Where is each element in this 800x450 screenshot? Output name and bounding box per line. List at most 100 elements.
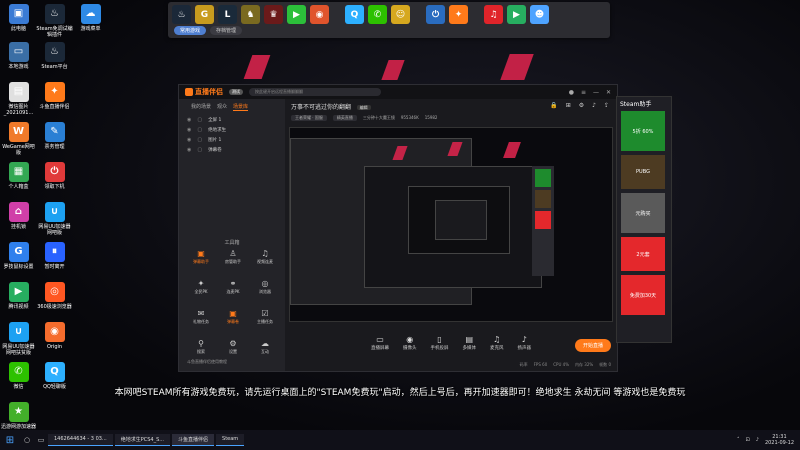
- lock-icon[interactable]: 🔒: [550, 102, 557, 109]
- windows-start-icon[interactable]: ⊞: [0, 435, 20, 446]
- tool-item[interactable]: ☁ 互动: [249, 339, 281, 355]
- edit-title-button[interactable]: 编辑: [356, 105, 371, 110]
- network-icon[interactable]: ⊡: [746, 437, 750, 443]
- eye-icon[interactable]: ◉: [187, 127, 191, 133]
- tutorial-link[interactable]: 斗鱼直播伴侣使用教程: [187, 359, 227, 365]
- eye-icon[interactable]: ◉: [187, 117, 191, 123]
- game-icon[interactable]: ◉: [310, 5, 329, 24]
- desktop-icon[interactable]: ▦ 个人箱盒: [0, 162, 37, 190]
- desktop-icon[interactable]: ✦ 斗鱼直播伴侣: [36, 82, 73, 110]
- tool-item[interactable]: ✦ 全民PK: [185, 279, 217, 295]
- layer-item[interactable]: ◉ ▢ 弹幕卷: [179, 145, 285, 155]
- eye-icon[interactable]: ◉: [187, 147, 191, 153]
- steam-tile[interactable]: 2元套: [621, 237, 665, 271]
- search-input[interactable]: 按此键开启远程直播翻翻翻: [249, 88, 381, 96]
- start-live-button[interactable]: 开始直播: [574, 339, 611, 352]
- steam-icon[interactable]: ♨: [172, 5, 191, 24]
- tencent-video-icon[interactable]: ▶: [507, 5, 526, 24]
- taskbar-item[interactable]: Steam: [216, 434, 245, 446]
- menu-icon[interactable]: ≡: [581, 89, 586, 96]
- desktop-icon[interactable]: ▶ 腾讯视频: [0, 282, 37, 310]
- desktop-icon[interactable]: ◎ 360极速浏览器: [36, 282, 73, 310]
- desktop-icon[interactable]: ∪ 网易UU加速器网吧扶贫版: [0, 322, 37, 356]
- qq-icon[interactable]: Q: [345, 5, 364, 24]
- lock-icon[interactable]: ▢: [197, 117, 202, 123]
- huya-icon[interactable]: ✦: [449, 5, 468, 24]
- source-button[interactable]: ♪ 扬声器: [518, 335, 532, 357]
- steam-tile[interactable]: PUBG: [621, 155, 665, 189]
- source-button[interactable]: ▤ 多媒体: [463, 335, 477, 357]
- clock[interactable]: 21:31 2021-09-12: [765, 434, 794, 446]
- tool-item[interactable]: ⚭ 连麦PK: [217, 279, 249, 295]
- lock-icon[interactable]: ▢: [197, 127, 202, 133]
- wechat-icon[interactable]: ✆: [368, 5, 387, 24]
- desktop-icon[interactable]: ▣ 此电脑: [0, 4, 37, 32]
- tool-item[interactable]: ♫ 视频连麦: [249, 249, 281, 265]
- layer-item[interactable]: ◉ ▢ 全屏 1: [179, 115, 285, 125]
- avatar-icon[interactable]: ●: [569, 89, 574, 96]
- desktop-icon[interactable]: ♨ Steam平台: [36, 42, 73, 70]
- gold-g-icon[interactable]: G: [195, 5, 214, 24]
- side-tab[interactable]: 我的场景: [191, 103, 211, 111]
- power-icon[interactable]: ⏻: [426, 5, 445, 24]
- stream-meta-item[interactable]: 王者荣耀 · 国服: [291, 115, 327, 121]
- tool-item[interactable]: ◎ 浏览器: [249, 279, 281, 295]
- lock-icon[interactable]: ▢: [197, 147, 202, 153]
- side-tab[interactable]: 场景库: [233, 103, 249, 111]
- tool-item[interactable]: ▣ 弹幕助手: [185, 249, 217, 265]
- desktop-icon[interactable]: ▤ 微信图片_2021091...: [0, 82, 37, 116]
- steam-tile[interactable]: 元购买: [621, 193, 665, 233]
- eye-icon[interactable]: ◉: [187, 137, 191, 143]
- search-icon[interactable]: ○: [20, 436, 34, 444]
- desktop-icon[interactable]: ☁ 游戏菜单: [72, 4, 109, 32]
- gift-icon[interactable]: ⊞: [566, 102, 571, 109]
- desktop-icon[interactable]: ★ 迅游网游加速器: [0, 402, 37, 430]
- tool-item[interactable]: ☑ 主播任务: [249, 309, 281, 325]
- desktop-icon[interactable]: ⌂ 挂机锁: [0, 202, 37, 230]
- settings-icon[interactable]: ⚙: [579, 102, 584, 109]
- source-button[interactable]: ♫ 麦克风: [490, 335, 504, 357]
- tool-item[interactable]: ⚲ 搜索: [185, 339, 217, 355]
- dock-tab[interactable]: 常用游戏: [174, 26, 207, 35]
- steam-tile[interactable]: 免费加30天: [621, 275, 665, 315]
- minimize-icon[interactable]: —: [593, 89, 599, 96]
- game-icon[interactable]: ♛: [264, 5, 283, 24]
- game-icon[interactable]: ♞: [241, 5, 260, 24]
- source-button[interactable]: ▭ 直播屏幕: [371, 335, 389, 357]
- desktop-icon[interactable]: ⏻ 领取下机: [36, 162, 73, 190]
- dock-tab[interactable]: 存档管理: [210, 26, 243, 35]
- tool-item[interactable]: ⚙ 设置: [217, 339, 249, 355]
- taskbar-item[interactable]: 绝地求生PCS4_S...: [114, 434, 171, 446]
- stream-meta-item[interactable]: 精英直播: [332, 115, 357, 121]
- netease-music-icon[interactable]: ♫: [484, 5, 503, 24]
- layer-item[interactable]: ◉ ▢ 图片 1: [179, 135, 285, 145]
- league-icon[interactable]: L: [218, 5, 237, 24]
- bell-icon[interactable]: ♪: [592, 102, 596, 109]
- tool-item[interactable]: ▣ 弹幕卷: [217, 309, 249, 325]
- desktop-icon[interactable]: ⏸ 暂时离开: [36, 242, 73, 270]
- desktop-icon[interactable]: ▭ 本地游戏: [0, 42, 37, 70]
- steam-tile[interactable]: 5折 60%: [621, 111, 665, 151]
- game-icon[interactable]: ☻: [530, 5, 549, 24]
- desktop-icon[interactable]: ◉ Origin: [36, 322, 73, 350]
- chevron-up-icon[interactable]: ˄: [737, 437, 740, 443]
- desktop-icon[interactable]: ✎ 票务管理: [36, 122, 73, 150]
- desktop-icon[interactable]: ♨ Steam免调试编辑插件: [36, 4, 73, 38]
- close-icon[interactable]: ✕: [606, 89, 611, 96]
- taskbar-item[interactable]: 斗鱼直播伴侣: [172, 434, 215, 446]
- game-icon[interactable]: ☺: [391, 5, 410, 24]
- taskbar-item[interactable]: 1462644634 - 3 03...: [48, 434, 113, 446]
- layer-item[interactable]: ◉ ▢ 绝地求生: [179, 125, 285, 135]
- source-button[interactable]: ◉ 摄像头: [403, 335, 417, 357]
- tool-item[interactable]: ✉ 礼物任务: [185, 309, 217, 325]
- live-preview[interactable]: [289, 127, 613, 322]
- lock-icon[interactable]: ▢: [197, 137, 202, 143]
- task-view-icon[interactable]: ▭: [34, 436, 48, 444]
- desktop-icon[interactable]: ∪ 网易UU加速器网吧版: [36, 202, 73, 236]
- volume-icon[interactable]: ♪: [756, 437, 759, 443]
- tool-item[interactable]: ♙ 房管助手: [217, 249, 249, 265]
- side-tab[interactable]: 观众: [217, 103, 227, 111]
- iqiyi-icon[interactable]: ▶: [287, 5, 306, 24]
- desktop-icon[interactable]: G 罗技鼠标设置: [0, 242, 37, 270]
- share-icon[interactable]: ⇪: [604, 102, 609, 109]
